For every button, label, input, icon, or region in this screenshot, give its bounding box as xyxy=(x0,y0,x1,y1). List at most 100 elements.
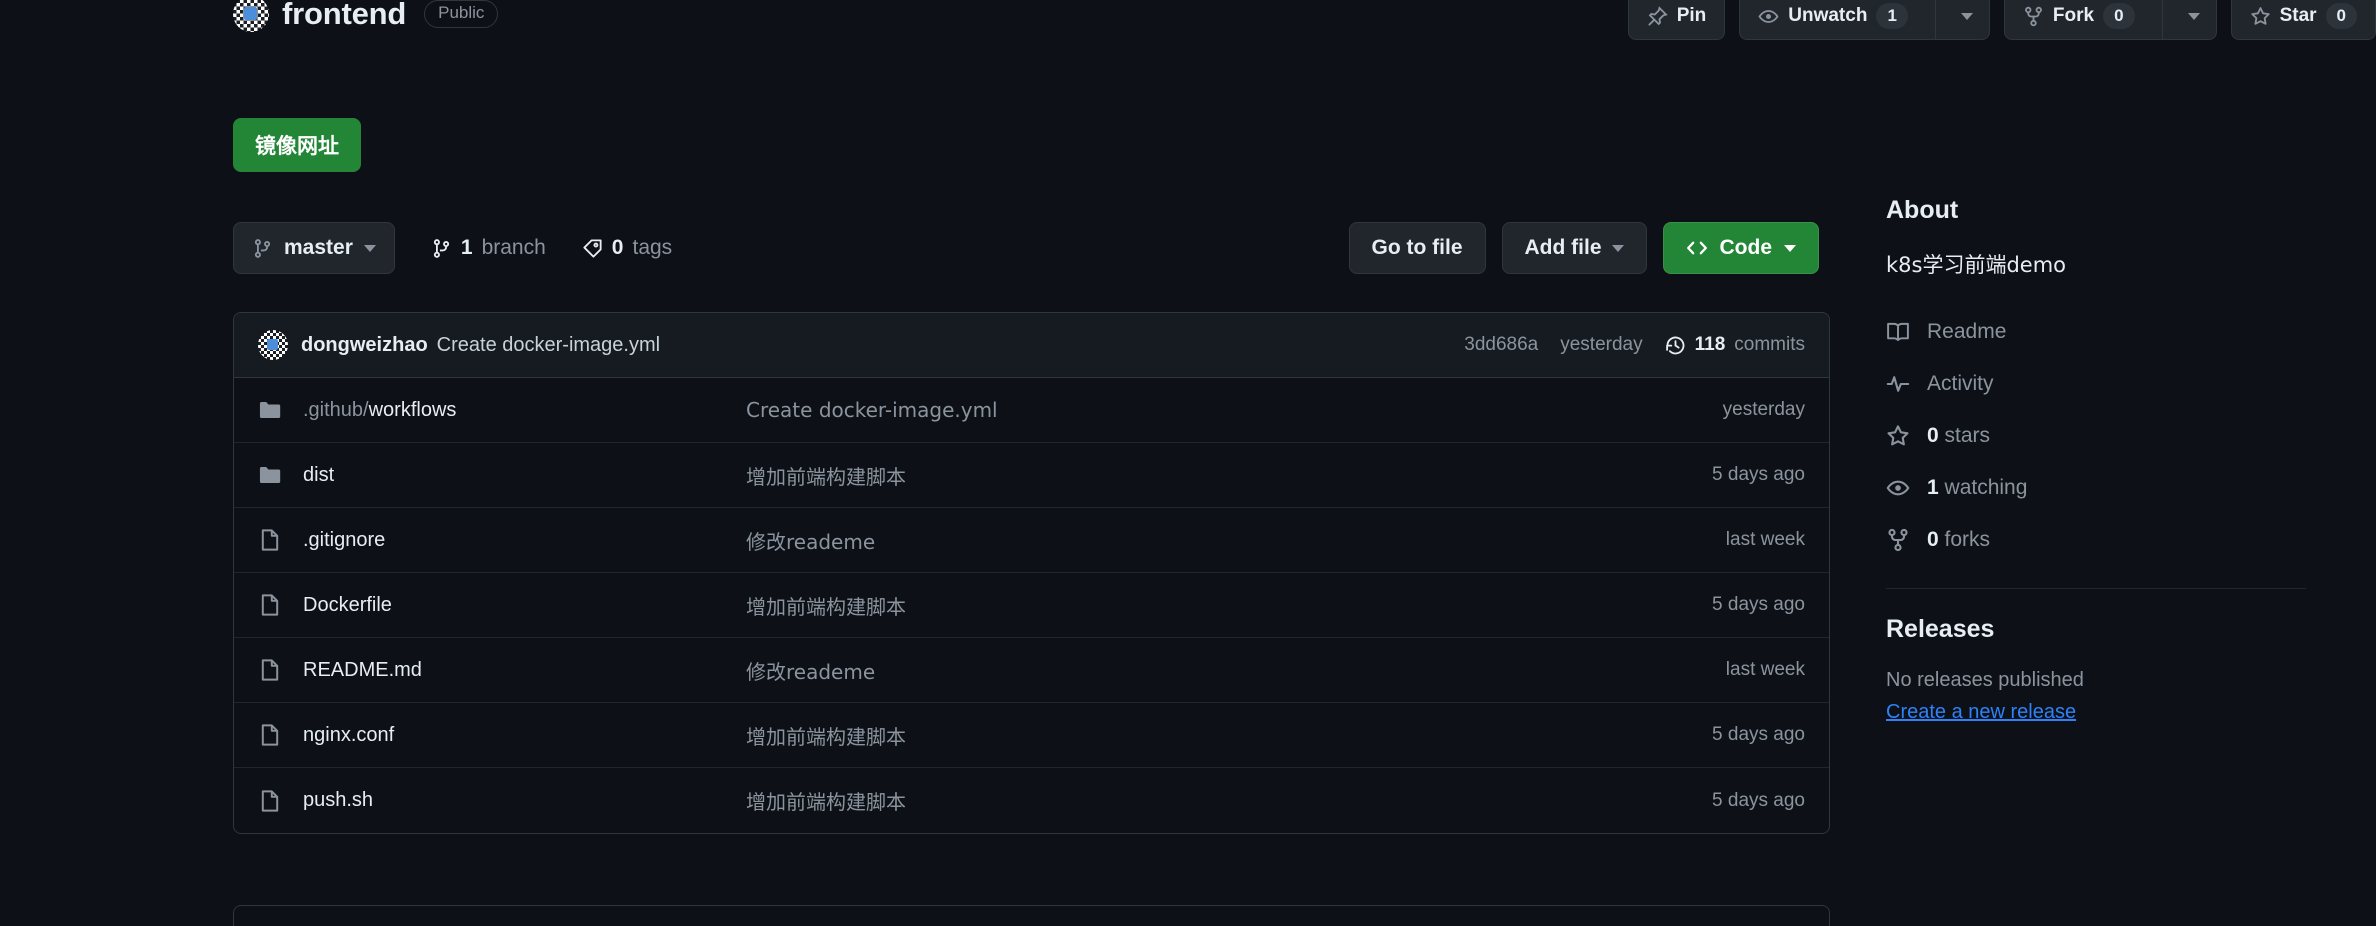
branch-count-link[interactable]: 1 branch xyxy=(431,236,546,260)
fork-button-group[interactable]: Fork 0 xyxy=(2003,0,2217,40)
unwatch-button[interactable]: Unwatch 1 xyxy=(1740,0,1926,39)
commits-count-label: commits xyxy=(1734,334,1805,355)
file-icon xyxy=(258,658,286,682)
fork-button[interactable]: Fork 0 xyxy=(2005,0,2153,39)
file-commit-message[interactable]: Create docker-image.yml xyxy=(746,398,1595,422)
file-commit-time: 5 days ago xyxy=(1712,789,1805,811)
file-name-link[interactable]: nginx.conf xyxy=(286,724,746,747)
tag-count-link[interactable]: 0 tags xyxy=(582,236,672,260)
sidebar-item-count-label: 0 stars xyxy=(1927,424,1991,447)
table-row[interactable]: .github/workflows Create docker-image.yml… xyxy=(234,378,1829,443)
divider xyxy=(2161,0,2163,39)
commit-meta: 3dd686a yesterday 118 commits xyxy=(1464,334,1805,356)
file-commit-message[interactable]: 增加前端构建脚本 xyxy=(746,721,1595,750)
file-commit-time: yesterday xyxy=(1722,399,1805,420)
unwatch-dropdown-button[interactable] xyxy=(1945,0,1989,39)
file-commit-message[interactable]: 修改reademe xyxy=(746,656,1595,685)
star-button[interactable]: Star 0 xyxy=(2230,0,2376,40)
file-icon xyxy=(258,789,286,813)
commits-count-value: 118 xyxy=(1694,334,1726,355)
file-row-list: .github/workflows Create docker-image.yml… xyxy=(234,378,1829,833)
sidebar-item-activity[interactable]: Activity xyxy=(1886,358,2306,410)
file-name-text: nginx.conf xyxy=(303,723,395,746)
qr-avatar-icon xyxy=(233,0,269,32)
branch-count-value: 1 xyxy=(460,236,473,259)
mirror-url-button[interactable]: 镜像网址 xyxy=(233,118,361,172)
file-name-text: README.md xyxy=(303,658,422,681)
commit-message[interactable]: Create docker-image.yml xyxy=(437,334,660,357)
file-path-prefix: .github/ xyxy=(303,398,369,421)
table-row[interactable]: push.sh 增加前端构建脚本 5 days ago xyxy=(234,768,1829,833)
qr-avatar-icon xyxy=(258,330,288,360)
file-commit-message[interactable]: 增加前端构建脚本 xyxy=(746,786,1595,815)
add-file-button[interactable]: Add file xyxy=(1501,222,1647,274)
table-row[interactable]: Dockerfile 增加前端构建脚本 5 days ago xyxy=(234,573,1829,638)
pin-icon xyxy=(1647,5,1668,27)
file-name-link[interactable]: .github/workflows xyxy=(286,399,746,422)
history-icon xyxy=(1665,335,1686,356)
code-button[interactable]: Code xyxy=(1662,222,1819,274)
file-name-text: dist xyxy=(303,463,335,486)
create-release-link[interactable]: Create a new release xyxy=(1886,701,2076,723)
branch-name: master xyxy=(284,236,353,259)
repo-description: k8s学习前端demo xyxy=(1886,253,2067,277)
about-heading: About xyxy=(1886,196,1959,224)
repo-forked-icon xyxy=(1886,528,1910,552)
repo-forked-icon xyxy=(2023,6,2044,27)
eye-icon xyxy=(1886,476,1910,500)
table-row[interactable]: .gitignore 修改reademe last week xyxy=(234,508,1829,573)
file-name-text: push.sh xyxy=(303,789,374,811)
sidebar-item-forks[interactable]: 0 forks xyxy=(1886,514,2306,566)
commit-author[interactable]: dongweizhao xyxy=(301,334,428,357)
repo-title-group: frontend Public xyxy=(233,0,499,32)
file-name-link[interactable]: push.sh xyxy=(286,789,746,812)
star-count: 0 xyxy=(2325,2,2357,30)
eye-icon xyxy=(1758,6,1779,27)
page-title[interactable]: frontend xyxy=(282,0,406,32)
table-row[interactable]: nginx.conf 增加前端构建脚本 5 days ago xyxy=(234,703,1829,768)
sidebar-item-readme[interactable]: Readme xyxy=(1886,306,2306,358)
fork-dropdown-button[interactable] xyxy=(2172,0,2216,39)
file-icon xyxy=(258,723,286,747)
commits-count-link[interactable]: 118 commits xyxy=(1665,334,1805,356)
file-commit-message[interactable]: 修改reademe xyxy=(746,526,1595,555)
releases-heading: Releases xyxy=(1886,615,1995,643)
sidebar-item-count-label: 0 forks xyxy=(1927,528,1991,551)
sidebar-item-label: Activity xyxy=(1927,372,1994,395)
commit-hash[interactable]: 3dd686a xyxy=(1464,334,1538,356)
file-name-text: .gitignore xyxy=(303,528,386,551)
commit-time: yesterday xyxy=(1560,334,1643,355)
pin-button[interactable]: Pin xyxy=(1627,0,1726,40)
file-name-link[interactable]: dist xyxy=(286,464,746,487)
code-brackets-icon xyxy=(1686,237,1708,259)
sidebar-item-watching[interactable]: 1 watching xyxy=(1886,462,2306,514)
code-label: Code xyxy=(1719,236,1773,259)
file-commit-time: 5 days ago xyxy=(1712,724,1805,745)
chevron-down-icon xyxy=(1611,244,1624,252)
file-name-link[interactable]: README.md xyxy=(286,659,746,682)
unwatch-label: Unwatch xyxy=(1788,5,1868,26)
file-toolbar-actions: Go to file Add file Code xyxy=(1348,222,1819,274)
branch-count-label: branch xyxy=(481,236,546,259)
star-icon xyxy=(2250,6,2271,27)
file-commit-message[interactable]: 增加前端构建脚本 xyxy=(746,461,1595,490)
chevron-down-icon xyxy=(363,244,376,252)
branch-selector[interactable]: master xyxy=(233,222,395,274)
file-commit-message[interactable]: 增加前端构建脚本 xyxy=(746,591,1595,620)
unwatch-button-group[interactable]: Unwatch 1 xyxy=(1739,0,1990,40)
star-icon xyxy=(1886,424,1910,448)
fork-label: Fork xyxy=(2052,5,2095,26)
file-name-link[interactable]: Dockerfile xyxy=(286,594,746,617)
sidebar-item-count-label: 1 watching xyxy=(1927,476,2028,499)
sidebar-item-label: Readme xyxy=(1927,320,2007,343)
table-row[interactable]: dist 增加前端构建脚本 5 days ago xyxy=(234,443,1829,508)
file-listing-panel: dongweizhao Create docker-image.yml 3dd6… xyxy=(233,312,1830,834)
table-row[interactable]: README.md 修改reademe last week xyxy=(234,638,1829,703)
sidebar-item-stars[interactable]: 0 stars xyxy=(1886,410,2306,462)
folder-icon xyxy=(258,398,286,422)
go-to-file-button[interactable]: Go to file xyxy=(1348,222,1486,274)
chevron-down-icon xyxy=(2187,12,2200,20)
file-name-link[interactable]: .gitignore xyxy=(286,529,746,552)
file-icon xyxy=(258,528,286,552)
file-name-text: workflows xyxy=(368,398,457,421)
